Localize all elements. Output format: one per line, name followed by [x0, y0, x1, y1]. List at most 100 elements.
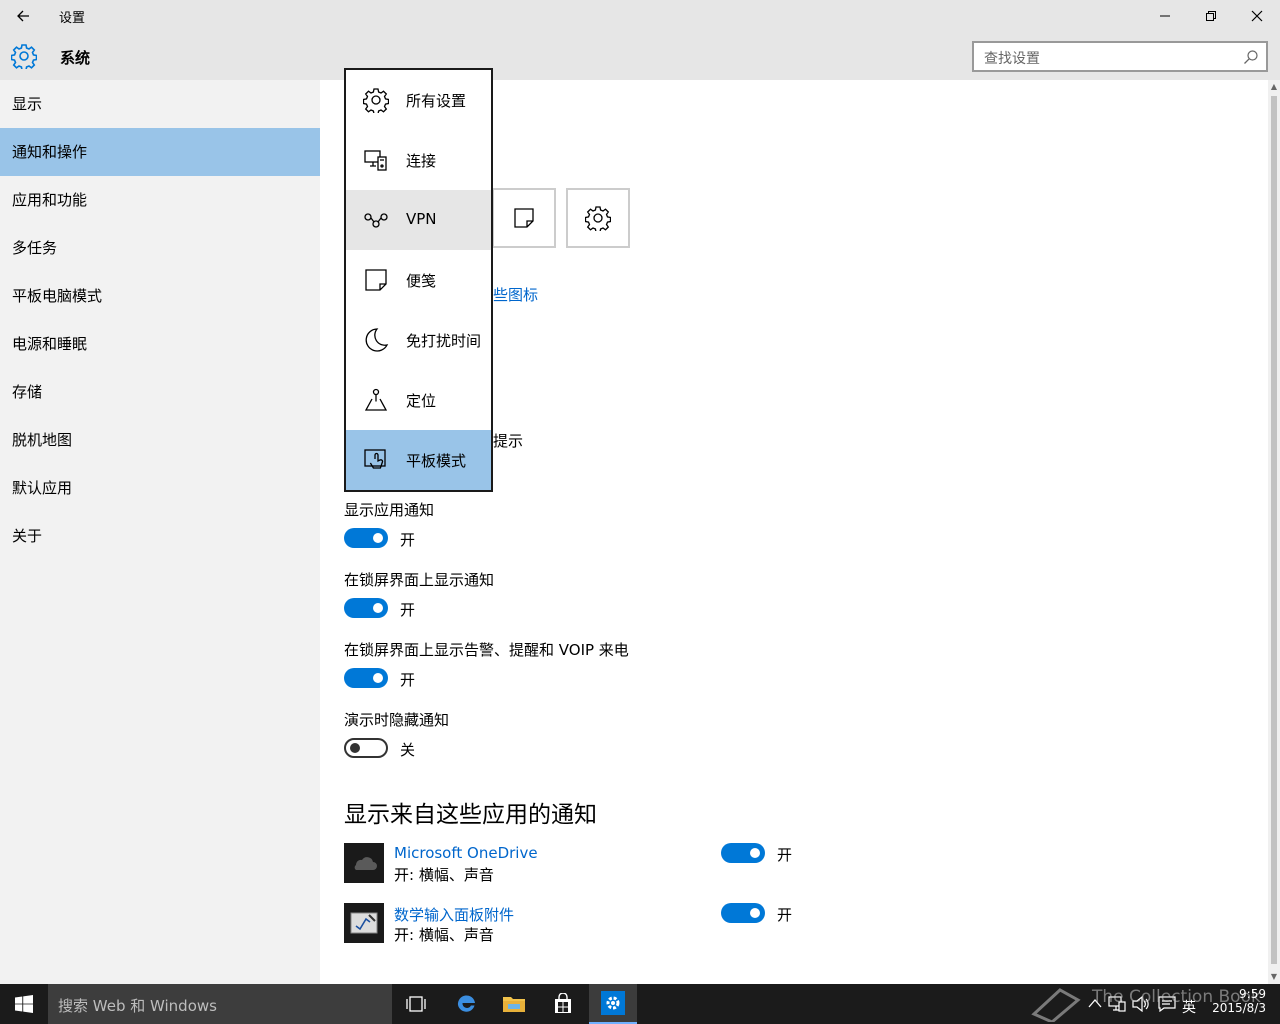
restore-icon — [1206, 11, 1216, 21]
quick-action-tile-note[interactable] — [492, 188, 556, 248]
gear-icon — [585, 206, 611, 231]
clock-date: 2015/8/3 — [1212, 1001, 1266, 1015]
dropdown-item-label: 所有设置 — [406, 92, 467, 110]
location-icon — [364, 388, 388, 411]
toggle-state: 开 — [400, 601, 416, 619]
setting-label: 在锁屏界面上显示告警、提醒和 VOIP 来电 — [344, 641, 629, 659]
connect-icon — [364, 150, 387, 171]
onedrive-icon — [344, 843, 384, 883]
setting-label: 演示时隐藏通知 — [344, 711, 450, 729]
onedrive-notifications-toggle[interactable] — [721, 843, 765, 863]
tablet-mode-icon — [364, 449, 386, 469]
note-icon — [365, 269, 387, 291]
dropdown-item-label: 免打扰时间 — [406, 332, 482, 350]
toggle-state: 开 — [400, 531, 416, 549]
close-button[interactable] — [1234, 0, 1280, 32]
taskbar: 搜索 Web 和 Windows — [0, 984, 1280, 1024]
window-title: 设置 — [59, 11, 86, 26]
toggle-state: 开 — [777, 846, 793, 864]
system-gear-icon — [11, 44, 37, 69]
dropdown-item-vpn[interactable]: VPN — [346, 190, 491, 250]
lockscreen-alarms-toggle[interactable] — [344, 668, 388, 688]
windows-logo-icon — [15, 995, 33, 1013]
search-placeholder: 查找设置 — [984, 51, 1040, 67]
choose-icons-link[interactable]: 些图标 — [493, 284, 538, 305]
dropdown-item-connect[interactable]: 连接 — [346, 130, 491, 190]
sidebar-item-offline-maps[interactable]: 脱机地图 — [0, 416, 320, 464]
header: 系统 查找设置 — [0, 32, 1280, 80]
lockscreen-notifications-toggle[interactable] — [344, 598, 388, 618]
settings-taskbar-button[interactable] — [589, 984, 637, 1024]
scrollbar[interactable]: ▲ ▼ — [1268, 80, 1280, 984]
search-icon[interactable] — [1243, 49, 1259, 65]
moon-icon — [365, 328, 389, 352]
setting-label: 显示应用通知 — [344, 501, 435, 519]
dropdown-item-label: 平板模式 — [406, 452, 467, 470]
quick-action-tile-settings[interactable] — [566, 188, 630, 248]
sidebar-item-notifications[interactable]: 通知和操作 — [0, 128, 320, 176]
sidebar-item-tablet-mode[interactable]: 平板电脑模式 — [0, 272, 320, 320]
sidebar-item-multitasking[interactable]: 多任务 — [0, 224, 320, 272]
sidebar-item-power[interactable]: 电源和睡眠 — [0, 320, 320, 368]
dropdown-item-note[interactable]: 便笺 — [346, 250, 491, 310]
minimize-icon — [1160, 15, 1170, 17]
dropdown-item-quiet-hours[interactable]: 免打扰时间 — [346, 310, 491, 370]
taskbar-search[interactable]: 搜索 Web 和 Windows — [48, 984, 392, 1024]
restore-button[interactable] — [1188, 0, 1234, 32]
sidebar-item-default-apps[interactable]: 默认应用 — [0, 464, 320, 512]
back-button[interactable] — [0, 0, 46, 32]
vpn-icon — [364, 213, 388, 228]
sidebar: 显示 通知和操作 应用和功能 多任务 平板电脑模式 电源和睡眠 存储 脱机地图 … — [0, 80, 320, 984]
sidebar-item-storage[interactable]: 存储 — [0, 368, 320, 416]
dropdown-item-location[interactable]: 定位 — [346, 370, 491, 430]
toggle-state: 关 — [400, 741, 416, 759]
close-icon — [1251, 10, 1263, 22]
app-subtitle: 开: 横幅、声音 — [394, 866, 494, 884]
store-button[interactable] — [539, 984, 587, 1024]
dropdown-item-label: 便笺 — [406, 272, 437, 290]
show-app-notifications-toggle[interactable] — [344, 528, 388, 548]
task-view-icon — [406, 996, 426, 1012]
dropdown-item-label: 定位 — [406, 392, 437, 410]
math-input-notifications-toggle[interactable] — [721, 903, 765, 923]
store-icon — [555, 993, 571, 1013]
watermark-book-icon — [1031, 988, 1081, 1022]
back-arrow-icon — [17, 10, 29, 22]
toggle-state: 开 — [400, 671, 416, 689]
sidebar-item-about[interactable]: 关于 — [0, 512, 320, 560]
clock-time: 9:59 — [1239, 987, 1266, 1001]
tips-label: 提示 — [493, 432, 524, 450]
minimize-button[interactable] — [1142, 0, 1188, 32]
dropdown-item-all-settings[interactable]: 所有设置 — [346, 70, 491, 130]
dropdown-item-label: 连接 — [406, 152, 437, 170]
folder-icon — [503, 997, 525, 1012]
scroll-down-icon[interactable]: ▼ — [1268, 970, 1280, 984]
edge-icon — [457, 995, 475, 1012]
clock[interactable]: 9:59 2015/8/3 — [1210, 987, 1266, 1015]
hide-when-presenting-toggle[interactable] — [344, 738, 388, 758]
taskbar-search-placeholder: 搜索 Web 和 Windows — [58, 997, 217, 1015]
sidebar-item-apps[interactable]: 应用和功能 — [0, 176, 320, 224]
title-bar: 设置 — [0, 0, 1280, 32]
dropdown-item-tablet-mode[interactable]: 平板模式 — [346, 430, 491, 490]
scroll-up-icon[interactable]: ▲ — [1268, 80, 1280, 94]
start-button[interactable] — [0, 984, 48, 1024]
search-input[interactable]: 查找设置 — [972, 41, 1268, 72]
settings-app-icon — [601, 991, 625, 1015]
page-title: 系统 — [60, 49, 91, 67]
task-view-button[interactable] — [392, 984, 440, 1024]
dropdown-item-label: VPN — [406, 210, 437, 228]
sidebar-item-display[interactable]: 显示 — [0, 80, 320, 128]
note-icon — [514, 208, 534, 228]
app-name[interactable]: Microsoft OneDrive — [394, 844, 538, 862]
scrollbar-thumb[interactable] — [1271, 96, 1277, 964]
math-input-icon — [344, 903, 384, 943]
toggle-state: 开 — [777, 906, 793, 924]
file-explorer-button[interactable] — [490, 984, 538, 1024]
setting-label: 在锁屏界面上显示通知 — [344, 571, 495, 589]
section-title: 显示来自这些应用的通知 — [344, 802, 597, 828]
app-name[interactable]: 数学输入面板附件 — [394, 904, 514, 925]
gear-icon — [363, 88, 389, 113]
edge-button[interactable] — [442, 984, 490, 1024]
quick-action-dropdown: 所有设置 连接 VPN 便笺 免打扰时间 定位 平板模式 — [344, 68, 493, 492]
